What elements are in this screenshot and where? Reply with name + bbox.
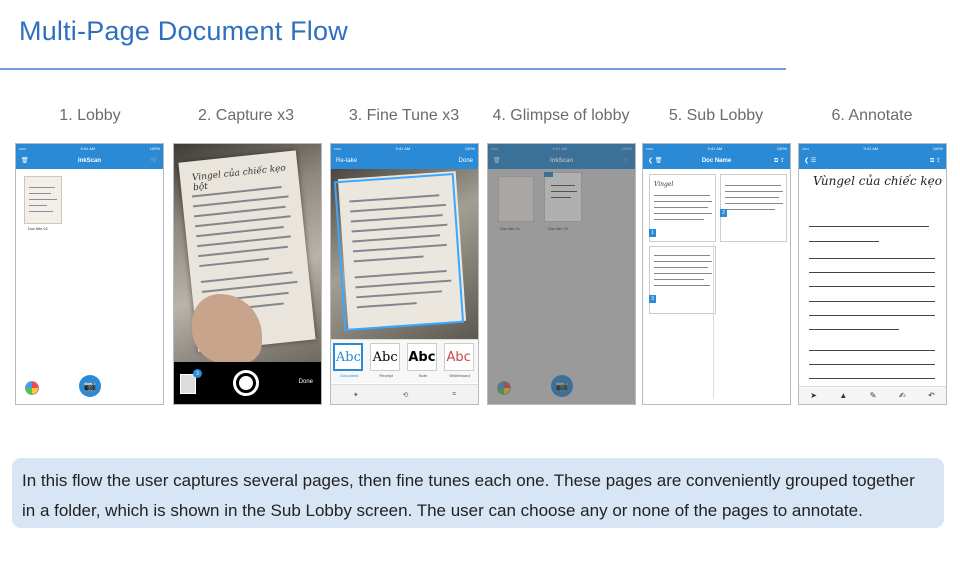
- undo-icon[interactable]: ↶: [928, 391, 935, 400]
- nav-bar: ❮ 🗑 Doc Name ⧉ ⇪: [643, 152, 790, 169]
- nav-bar: 🗑 InkScan 🛒: [16, 152, 163, 169]
- filter-whiteboard[interactable]: Abc Whiteboard: [443, 343, 476, 383]
- share-icon[interactable]: ⧉ ⇪: [930, 152, 941, 169]
- page-tile[interactable]: 3: [649, 246, 716, 314]
- step-label-sub-lobby: 5. Sub Lobby: [668, 107, 764, 124]
- camera-viewfinder[interactable]: Vingel của chiếc kẹo bột: [174, 144, 321, 364]
- rotate-icon[interactable]: ⟲: [403, 391, 409, 399]
- phone-annotate: ••••• 9:41 AM 100% ❮ ☰ ⧉ ⇪ Vùngel của ch…: [798, 143, 947, 405]
- phone-sub-lobby: ••••• 9:41 AM 100% ❮ 🗑 Doc Name ⧉ ⇪ Ving…: [642, 143, 791, 405]
- signal-indicator: •••••: [19, 145, 27, 151]
- flow-description: In this flow the user captures several p…: [12, 458, 944, 528]
- trash-icon[interactable]: 🗑: [21, 152, 29, 169]
- page-tile[interactable]: Vingel 1: [649, 174, 716, 242]
- crop-icon[interactable]: ⌗: [452, 391, 456, 399]
- highlighter-icon[interactable]: ▲: [839, 391, 847, 400]
- crop-preview: [331, 169, 478, 339]
- pointer-icon[interactable]: ➤: [810, 391, 817, 400]
- status-bar: ••••• 9:41 AM 100%: [331, 144, 478, 152]
- annotation-toolbar: ➤ ▲ ✎ ✍ ↶: [799, 386, 946, 404]
- cart-icon[interactable]: 🛒: [151, 152, 158, 169]
- filter-preview: Abc: [443, 343, 474, 371]
- nav-bar: ❮ ☰ ⧉ ⇪: [799, 152, 946, 169]
- filter-label: Note: [418, 373, 428, 378]
- thumbnail-caption: Doc title 01: [28, 226, 49, 231]
- status-time: 9:41 AM: [707, 145, 723, 151]
- nav-title: InkScan: [77, 157, 101, 164]
- filter-label: Document: [340, 373, 359, 378]
- camera-icon: 📷: [83, 380, 97, 392]
- book-heading: Vingel của chiếc kẹo bột: [191, 163, 287, 194]
- filter-document[interactable]: Abc Document: [333, 343, 365, 383]
- status-time: 9:41 AM: [863, 145, 879, 151]
- filter-preview: Abc: [370, 343, 401, 371]
- dim-overlay: [488, 144, 635, 404]
- step-label-lobby: 1. Lobby: [59, 107, 121, 124]
- chevron-left-icon[interactable]: ❮ ☰: [804, 152, 816, 169]
- retake-button[interactable]: Re-take: [336, 152, 357, 169]
- step-label-capture: 2. Capture x3: [197, 107, 295, 124]
- nav-bar: Re-take Done: [331, 152, 478, 169]
- enhance-icon[interactable]: ✦: [353, 391, 359, 399]
- camera-button[interactable]: 📷: [79, 375, 101, 397]
- status-time: 9:41 AM: [395, 145, 411, 151]
- page-count-badge: 3: [193, 369, 202, 378]
- title-divider: [0, 68, 786, 70]
- description-line: In this flow the user captures several p…: [22, 471, 915, 490]
- phone-capture: Vingel của chiếc kẹo bột 3 Done: [173, 143, 322, 405]
- crop-handle-box[interactable]: [333, 172, 465, 332]
- filter-strip: Abc Document Abc Receipt Abc Note Abc Wh…: [331, 339, 478, 383]
- shutter-button[interactable]: [233, 370, 259, 396]
- step-label-glimpse: 4. Glimpse of lobby: [492, 107, 630, 124]
- page-number-badge: 3: [649, 295, 656, 303]
- signature-icon[interactable]: ✍: [899, 391, 906, 400]
- done-button[interactable]: Done: [459, 152, 473, 169]
- description-line: in a folder, which is shown in the Sub L…: [22, 501, 863, 520]
- status-bar: ••••• 9:41 AM 100%: [643, 144, 790, 152]
- phone-glimpse: ••••• 9:41 AM 100% 🗑 InkScan 🛒 Doc title…: [487, 143, 636, 405]
- filter-preview: Abc: [333, 343, 364, 371]
- filter-label: Whiteboard: [449, 373, 470, 378]
- done-button[interactable]: Done: [299, 379, 313, 385]
- document-heading: Vùngel của chiếc kẹo bột: [813, 174, 946, 188]
- status-time: 9:41 AM: [80, 145, 96, 151]
- filter-receipt[interactable]: Abc Receipt: [370, 343, 402, 383]
- phone-fine-tune: ••••• 9:41 AM 100% Re-take Done Abc Docu…: [330, 143, 479, 405]
- page-tile[interactable]: 2: [720, 174, 787, 242]
- page-number-badge: 2: [720, 209, 727, 217]
- captured-pages-thumbnail[interactable]: [180, 374, 196, 394]
- capture-toolbar: 3 Done: [174, 362, 321, 404]
- phone-lobby: ••••• 9:41 AM 100% 🗑 InkScan 🛒 Doc title…: [15, 143, 164, 405]
- step-label-annotate: 6. Annotate: [831, 107, 913, 124]
- status-bar: ••••• 9:41 AM 100%: [799, 144, 946, 152]
- filter-note[interactable]: Abc Note: [406, 343, 439, 383]
- filter-preview: Abc: [406, 343, 437, 371]
- step-label-fine-tune: 3. Fine Tune x3: [348, 107, 460, 124]
- chevron-left-icon[interactable]: ❮ 🗑: [648, 152, 662, 169]
- page-title: Multi-Page Document Flow: [19, 16, 348, 46]
- share-icon[interactable]: ⧉ ⇪: [774, 152, 785, 169]
- tune-toolbar: ✦ ⟲ ⌗: [331, 384, 478, 404]
- page-number-badge: 1: [649, 229, 656, 237]
- status-bar: ••••• 9:41 AM 100%: [16, 144, 163, 152]
- color-wheel-icon[interactable]: [25, 381, 39, 395]
- filter-label: Receipt: [379, 373, 393, 378]
- battery-indicator: 100%: [149, 145, 160, 151]
- nav-title: Doc Name: [701, 157, 732, 164]
- edit-icon[interactable]: ✎: [870, 391, 877, 400]
- document-thumbnail[interactable]: [24, 176, 62, 224]
